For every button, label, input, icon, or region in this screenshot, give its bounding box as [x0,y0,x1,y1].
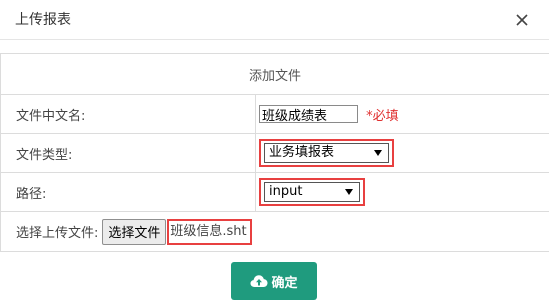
dialog-titlebar: 上传报表 [0,0,549,40]
upload-form-table: 添加文件 文件中文名: *必填 文件类型: 业务填报表 路径: input [0,53,549,252]
file-type-highlight: 业务填报表 [259,139,394,167]
file-type-selected-value: 业务填报表 [269,145,335,160]
selected-file-name: 班级信息.sht [167,218,252,245]
file-type-select[interactable]: 业务填报表 [264,143,389,163]
chinese-name-input[interactable] [259,105,358,123]
choose-file-button[interactable]: 选择文件 [102,218,167,245]
chevron-down-icon [345,189,353,195]
file-type-cell: 业务填报表 [254,133,549,173]
path-highlight: input [259,178,365,206]
dialog-title: 上传报表 [15,12,71,28]
cloud-upload-icon [250,275,268,287]
path-selected-value: input [269,184,303,199]
close-icon[interactable] [513,11,531,29]
path-label: 路径: [0,172,256,212]
confirm-button[interactable]: 确定 [231,262,317,300]
form-header: 添加文件 [0,53,549,95]
confirm-label: 确定 [271,275,298,291]
file-type-label: 文件类型: [0,133,256,173]
path-cell: input [254,172,549,212]
upload-label: 选择上传文件: [16,226,99,241]
chinese-name-cell: *必填 [254,94,549,134]
chevron-down-icon [374,150,382,156]
path-select[interactable]: input [264,182,360,202]
chinese-name-label: 文件中文名: [0,94,256,134]
upload-cell: 选择上传文件: 选择文件 班级信息.sht [0,211,549,252]
upload-row: 选择上传文件: 选择文件 班级信息.sht [16,218,549,245]
required-mark: *必填 [366,108,399,124]
